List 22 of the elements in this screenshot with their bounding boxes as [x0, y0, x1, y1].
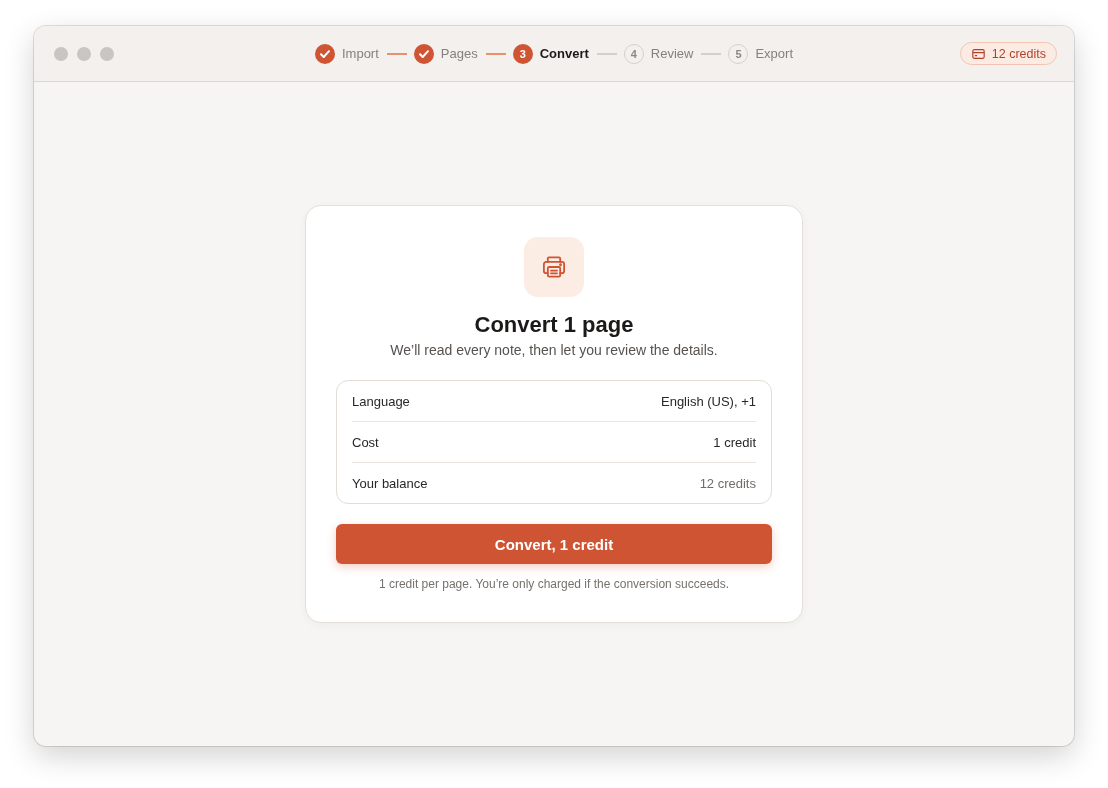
step-label: Import — [341, 46, 379, 61]
detail-value: English (US), +1 — [661, 393, 756, 409]
detail-value: 1 credit — [713, 434, 756, 450]
card-subtitle: We’ll read every note, then let you review the details. — [390, 341, 718, 359]
minimize-button[interactable] — [77, 46, 91, 61]
step-number: 3 — [512, 43, 533, 64]
close-button[interactable] — [54, 46, 68, 61]
footnote-text: 1 credit per page. You’re only charged if the conversion succeeds. — [378, 577, 730, 591]
detail-value: 12 credits — [699, 475, 756, 491]
convert-button[interactable]: Convert, 1 credit — [336, 524, 772, 564]
credit-card-icon — [971, 48, 985, 59]
credits-badge[interactable]: 12 credits — [959, 42, 1057, 65]
step-label: Export — [755, 46, 793, 61]
zoom-button[interactable] — [100, 46, 114, 61]
step-label: Pages — [440, 46, 478, 61]
card-title: Convert 1 page — [474, 312, 634, 338]
step-label: Convert — [539, 46, 589, 61]
detail-label: Your balance — [352, 475, 428, 491]
detail-label: Cost — [352, 434, 379, 450]
detail-label: Language — [352, 393, 410, 409]
step-label: Review — [650, 46, 694, 61]
printer-icon — [524, 237, 584, 297]
